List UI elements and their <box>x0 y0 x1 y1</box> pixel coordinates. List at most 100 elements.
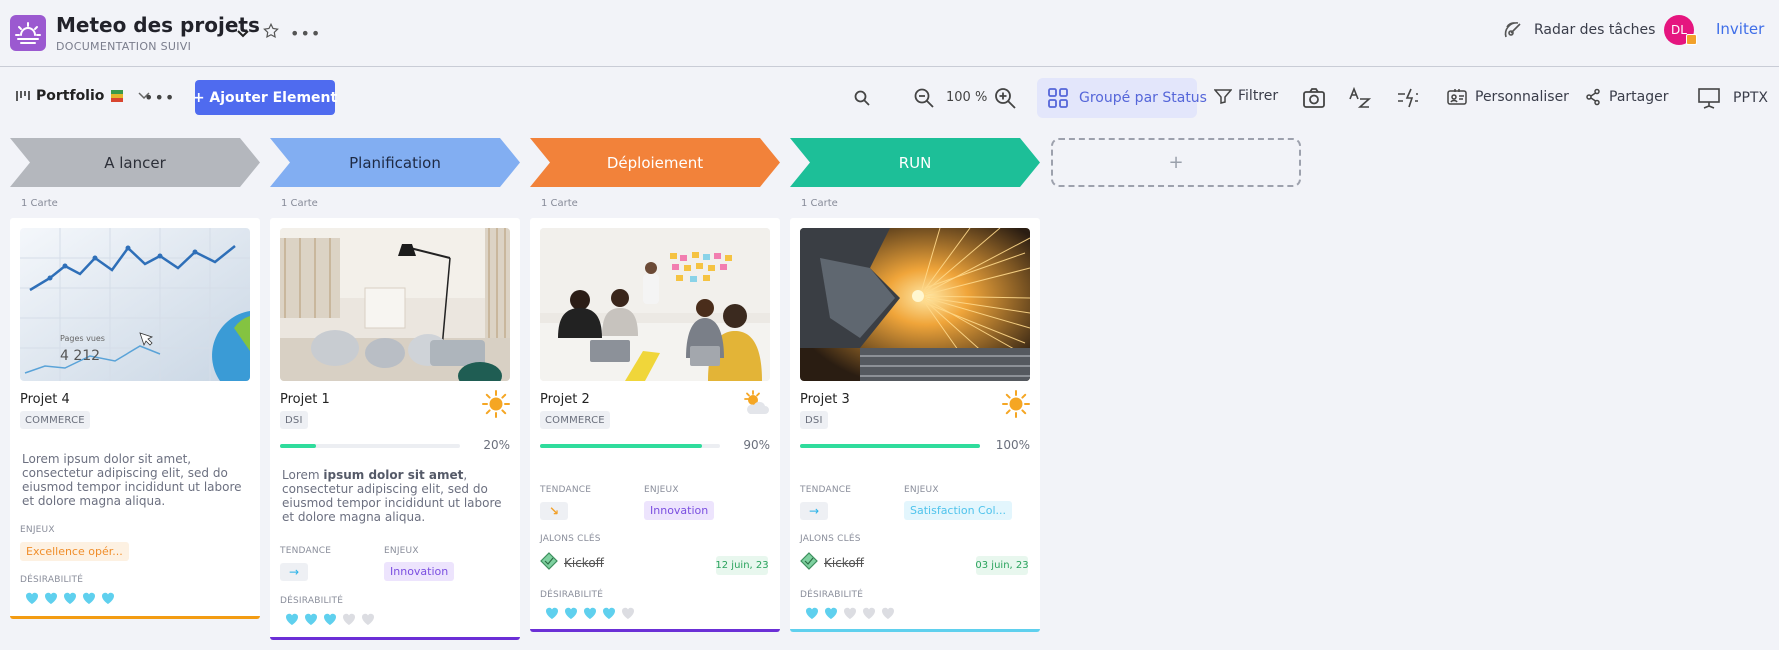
favorite-star-icon[interactable] <box>262 22 280 44</box>
sun-icon <box>482 390 510 422</box>
progress-bar <box>280 444 460 448</box>
customize-button[interactable]: Personnaliser <box>1447 88 1569 106</box>
heart-empty-icon <box>360 611 376 630</box>
heart-filled-icon <box>81 590 97 609</box>
project-name: Projet 1 <box>280 392 330 407</box>
trend-arrow-icon: → <box>280 563 308 581</box>
desirabilite-label: DÉSIRABILITÉ <box>540 590 604 600</box>
enjeux-label: ENJEUX <box>20 525 55 535</box>
avatar-badge-icon <box>1686 34 1697 45</box>
column-count: 1 Carte <box>801 198 838 209</box>
project-name: Projet 2 <box>540 392 590 407</box>
add-element-button[interactable]: + Ajouter Element <box>193 80 337 115</box>
project-card[interactable]: Pages vues 4 212 Projet 4 COMMERCE Lorem… <box>10 218 260 619</box>
heart-empty-icon <box>861 605 877 624</box>
heart-filled-icon <box>303 611 319 630</box>
card-image-analytics: Pages vues 4 212 <box>20 228 250 381</box>
desirability-hearts <box>284 611 376 630</box>
share-icon <box>1585 88 1601 106</box>
invite-link[interactable]: Inviter <box>1716 20 1764 38</box>
id-card-icon <box>1447 88 1467 106</box>
desirability-hearts <box>24 590 116 609</box>
enjeux-chip: Innovation <box>384 562 455 581</box>
column-run[interactable]: RUN <box>790 138 1040 187</box>
heart-filled-icon <box>544 605 560 624</box>
heart-filled-icon <box>804 605 820 624</box>
heart-filled-icon <box>322 611 338 630</box>
jalons-label: JALONS CLÉS <box>540 534 601 544</box>
column-deploiement[interactable]: Déploiement <box>530 138 780 187</box>
app-icon <box>10 15 46 51</box>
desirabilite-label: DÉSIRABILITÉ <box>280 596 344 606</box>
sun-cloud-icon <box>742 390 770 422</box>
heart-empty-icon <box>842 605 858 624</box>
tendance-label: TENDANCE <box>280 546 332 556</box>
filter-icon <box>1214 88 1232 104</box>
radar-icon <box>1502 18 1526 42</box>
category-tag: COMMERCE <box>540 411 610 429</box>
heart-filled-icon <box>284 611 300 630</box>
trend-arrow-icon: ↘ <box>540 502 568 520</box>
camera-icon[interactable] <box>1302 87 1326 113</box>
enjeux-label: ENJEUX <box>904 485 939 495</box>
milestone-diamond-icon <box>800 552 818 573</box>
heart-filled-icon <box>100 590 116 609</box>
share-button[interactable]: Partager <box>1585 88 1668 106</box>
tendance-label: TENDANCE <box>800 485 852 495</box>
milestone-date: 03 juin, 23 <box>975 556 1029 575</box>
enjeux-chip: Innovation <box>644 501 715 520</box>
automation-icon[interactable] <box>1396 86 1420 114</box>
title-dropdown-chevron-icon[interactable] <box>236 24 250 43</box>
group-by-status-button[interactable]: Groupé par Status <box>1037 78 1207 118</box>
project-card[interactable]: Projet 3 DSI 100% TENDANCE ENJEUX → Sati… <box>790 218 1040 632</box>
heart-filled-icon <box>24 590 40 609</box>
milestone: Kickoff <box>800 552 864 573</box>
toolbar-more-icon[interactable]: ••• <box>144 88 175 107</box>
sort-alpha-icon[interactable] <box>1348 86 1372 113</box>
heart-filled-icon <box>823 605 839 624</box>
heart-filled-icon <box>601 605 617 624</box>
page-subtitle: DOCUMENTATION SUIVI <box>56 40 192 53</box>
card-status-line <box>270 637 520 640</box>
more-options-icon[interactable]: ••• <box>290 24 321 43</box>
radar-tasks-button[interactable]: Radar des tâches <box>1502 18 1655 42</box>
add-column-button[interactable]: + <box>1051 138 1301 187</box>
portfolio-selector[interactable]: Portfolio <box>15 88 150 104</box>
zoom-in-icon[interactable] <box>993 86 1017 114</box>
card-status-line <box>10 616 260 619</box>
heart-filled-icon <box>62 590 78 609</box>
progress-percent: 100% <box>995 438 1030 452</box>
grid-icon <box>1047 87 1069 109</box>
column-count: 1 Carte <box>21 198 58 209</box>
enjeux-label: ENJEUX <box>644 485 679 495</box>
header-divider <box>0 66 1779 67</box>
heart-empty-icon <box>341 611 357 630</box>
filter-button[interactable]: Filtrer <box>1214 88 1278 104</box>
heart-empty-icon <box>620 605 636 624</box>
heart-filled-icon <box>582 605 598 624</box>
project-description: Lorem ipsum dolor sit amet, consectetur … <box>22 452 242 508</box>
project-description: Lorem ipsum dolor sit amet, consectetur … <box>282 468 502 524</box>
enjeux-chip: Satisfaction Col... <box>904 501 1013 520</box>
progress-percent: 20% <box>483 438 510 452</box>
zoom-out-icon[interactable] <box>913 87 935 113</box>
category-tag: DSI <box>280 411 308 429</box>
pptx-export-button[interactable]: PPTX <box>1697 87 1768 109</box>
heart-filled-icon <box>563 605 579 624</box>
column-count: 1 Carte <box>281 198 318 209</box>
column-planification[interactable]: Planification <box>270 138 520 187</box>
page-title: Meteo des projets <box>56 13 260 37</box>
jalons-label: JALONS CLÉS <box>800 534 861 544</box>
heart-empty-icon <box>880 605 896 624</box>
image-number: 4 212 <box>60 348 100 364</box>
trend-arrow-icon: → <box>800 502 828 520</box>
column-a-lancer[interactable]: A lancer <box>10 138 260 187</box>
milestone-diamond-icon <box>540 552 558 573</box>
milestone-date: 12 juin, 23 <box>715 556 769 575</box>
project-card[interactable]: Projet 2 COMMERCE 90% TENDANCE ENJEUX ↘ … <box>530 218 780 632</box>
card-status-line <box>530 629 780 632</box>
enjeux-chip: Excellence opér... <box>20 542 129 561</box>
progress-bar <box>800 444 980 448</box>
project-card[interactable]: Projet 1 DSI 20% Lorem ipsum dolor sit a… <box>270 218 520 640</box>
search-icon[interactable] <box>853 89 871 111</box>
